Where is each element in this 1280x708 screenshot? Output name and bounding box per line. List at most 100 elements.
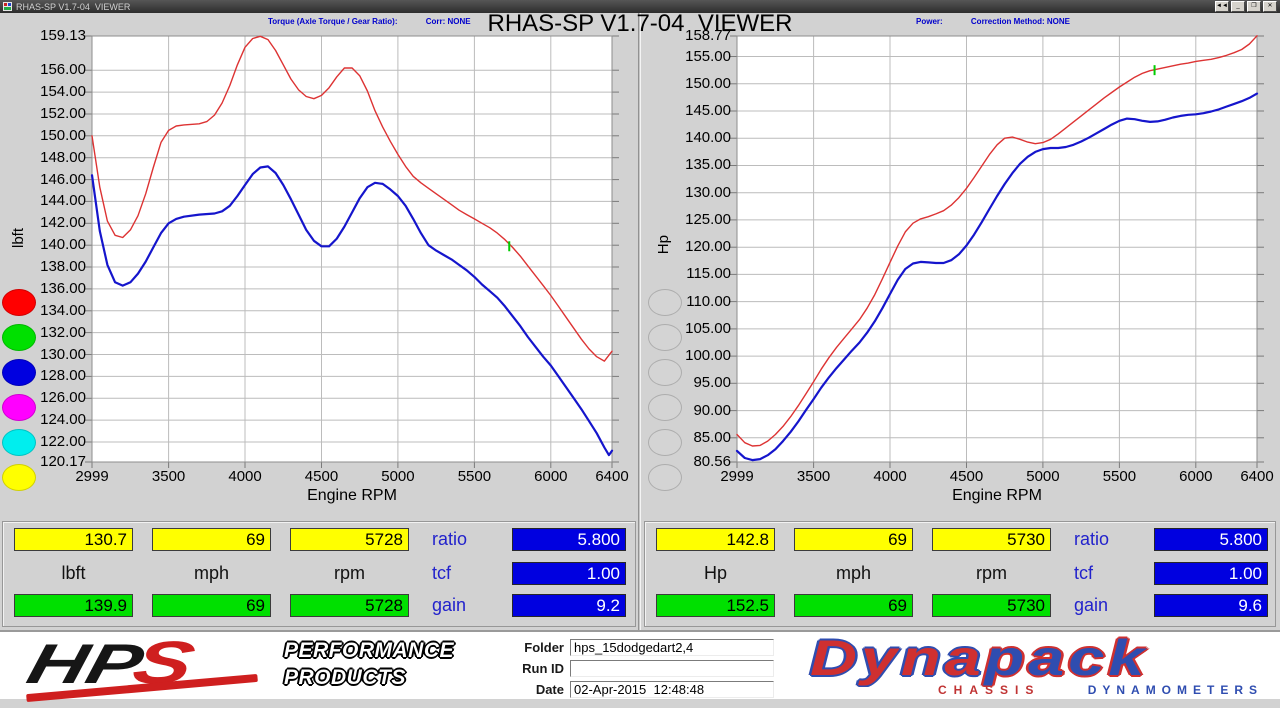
dynapack-word-pack: pack [985, 630, 1149, 686]
curve-color-button-inactive[interactable] [648, 464, 682, 491]
window-title: RHAS-SP V1.7-04 VIEWER [16, 2, 1215, 12]
y-axis-tick-label: 156.00 [40, 61, 86, 79]
power-caption: Power: Correction Method: NONE [916, 17, 1070, 26]
y-axis-tick-label: 122.00 [40, 433, 86, 451]
curve-color-button-inactive[interactable] [648, 324, 682, 351]
ratio-value: 5.800 [1154, 528, 1268, 551]
run-id-input[interactable] [570, 660, 774, 677]
cursor-torque-value: 130.7 [14, 528, 133, 551]
y-axis-tick-label: 115.00 [686, 265, 731, 283]
curve-color-button[interactable] [2, 394, 36, 421]
cursor-speed-value: 69 [152, 528, 271, 551]
y-axis-tick-label: 95.00 [693, 374, 731, 392]
dynapack-chassis-label: CHASSIS [938, 683, 1040, 697]
window-close-button[interactable]: ✕ [1263, 1, 1277, 12]
y-axis-tick-label: 142.00 [40, 214, 86, 232]
folder-input[interactable] [570, 639, 774, 656]
x-axis-tick-label: 4500 [305, 468, 338, 485]
gain-value: 9.6 [1154, 594, 1268, 617]
run-info-fields: Folder Run ID Date [498, 639, 774, 702]
window-pin-button[interactable]: ◄◄ [1215, 1, 1229, 12]
tcf-label: tcf [432, 562, 451, 585]
peak-power-value: 152.5 [656, 594, 775, 617]
power-plot-area[interactable] [737, 36, 1257, 462]
dynapack-dynamometers-label: DYNAMOMETERS [1088, 683, 1263, 697]
power-readout-panel: 142.8 69 5730 Hp mph rpm 152.5 69 5730 r… [644, 521, 1276, 627]
y-axis-tick-label: 150.00 [685, 75, 731, 93]
y-axis-tick-label: 85.00 [693, 429, 731, 447]
x-axis-tick-label: 6000 [534, 468, 567, 485]
power-unit-label: Hp [656, 562, 775, 585]
curve-color-button[interactable] [2, 464, 36, 491]
window-maximize-button[interactable]: ❐ [1247, 1, 1261, 12]
curve-color-button[interactable] [2, 289, 36, 316]
footer-bar: HPS PERFORMANCE PRODUCTS Folder Run ID D… [0, 630, 1280, 699]
y-axis-tick-label: 145.00 [685, 102, 731, 120]
window-titlebar: RHAS-SP V1.7-04 VIEWER ◄◄ _ ❐ ✕ [0, 0, 1280, 13]
folder-label: Folder [498, 640, 564, 655]
y-axis-tick-label: 158.77 [685, 27, 731, 45]
ratio-label: ratio [432, 528, 467, 551]
torque-curve-buttons [2, 289, 36, 499]
tcf-label: tcf [1074, 562, 1093, 585]
y-axis-tick-label: 152.00 [40, 105, 86, 123]
y-axis-tick-label: 148.00 [40, 149, 86, 167]
performance-products-wordmark: PERFORMANCE PRODUCTS [284, 637, 454, 691]
curve-color-button-inactive[interactable] [648, 289, 682, 316]
power-chart-panel: Power: Correction Method: NONE Hp 158.77… [641, 13, 1280, 630]
date-input[interactable] [570, 681, 774, 698]
tcf-value: 1.00 [512, 562, 626, 585]
power-measured-curve [737, 94, 1257, 461]
gain-value: 9.2 [512, 594, 626, 617]
window-minimize-button[interactable]: _ [1231, 1, 1245, 12]
torque-x-axis-title: Engine RPM [92, 487, 612, 505]
torque-corrected-curve [92, 36, 612, 361]
torque-plot-area[interactable] [92, 36, 612, 462]
ratio-label: ratio [1074, 528, 1109, 551]
power-x-axis: 29993500400045005000550060006400 [737, 468, 1257, 486]
date-label: Date [498, 682, 564, 697]
y-axis-tick-label: 130.00 [40, 346, 86, 364]
y-axis-tick-label: 110.00 [686, 293, 731, 311]
peak-rpm-value: 5728 [290, 594, 409, 617]
y-axis-tick-label: 80.56 [693, 453, 731, 471]
curve-color-button[interactable] [2, 324, 36, 351]
mph-unit-label: mph [152, 562, 271, 585]
y-axis-tick-label: 134.00 [40, 302, 86, 320]
dynapack-wordmark: Dynapack [810, 632, 1148, 684]
client-area: RHAS-SP V1.7-04 VIEWER Torque (Axle Torq… [0, 13, 1280, 699]
curve-color-button[interactable] [2, 359, 36, 386]
dynapack-subtitle: CHASSIS DYNAMOMETERS [810, 683, 1263, 697]
curve-color-button[interactable] [2, 429, 36, 456]
run-id-label: Run ID [498, 661, 564, 676]
curve-color-button-inactive[interactable] [648, 359, 682, 386]
torque-caption: Torque (Axle Torque / Gear Ratio): Corr:… [268, 17, 471, 26]
y-axis-tick-label: 125.00 [685, 211, 731, 229]
x-axis-tick-label: 6400 [595, 468, 628, 485]
tcf-value: 1.00 [1154, 562, 1268, 585]
y-axis-tick-label: 138.00 [40, 258, 86, 276]
y-axis-tick-label: 155.00 [685, 48, 731, 66]
y-axis-tick-label: 128.00 [40, 367, 86, 385]
mph-unit-label: mph [794, 562, 913, 585]
curve-color-button-inactive[interactable] [648, 394, 682, 421]
power-x-axis-title: Engine RPM [737, 487, 1257, 505]
y-axis-tick-label: 132.00 [40, 324, 86, 342]
peak-torque-value: 139.9 [14, 594, 133, 617]
torque-unit-label: lbft [14, 562, 133, 585]
rpm-unit-label: rpm [932, 562, 1051, 585]
curve-color-button-inactive[interactable] [648, 429, 682, 456]
x-axis-tick-label: 5000 [1026, 468, 1059, 485]
y-axis-tick-label: 146.00 [40, 171, 86, 189]
y-axis-tick-label: 90.00 [693, 402, 731, 420]
y-axis-tick-label: 140.00 [685, 129, 731, 147]
torque-chart-panel: Torque (Axle Torque / Gear Ratio): Corr:… [0, 13, 638, 630]
app-icon [3, 2, 12, 11]
x-axis-tick-label: 5500 [1103, 468, 1136, 485]
ratio-value: 5.800 [512, 528, 626, 551]
y-axis-tick-label: 159.13 [40, 27, 86, 45]
cursor-power-value: 142.8 [656, 528, 775, 551]
y-axis-tick-label: 135.00 [685, 156, 731, 174]
torque-correction-label: Corr: NONE [426, 17, 471, 26]
products-line: PRODUCTS [284, 664, 454, 691]
